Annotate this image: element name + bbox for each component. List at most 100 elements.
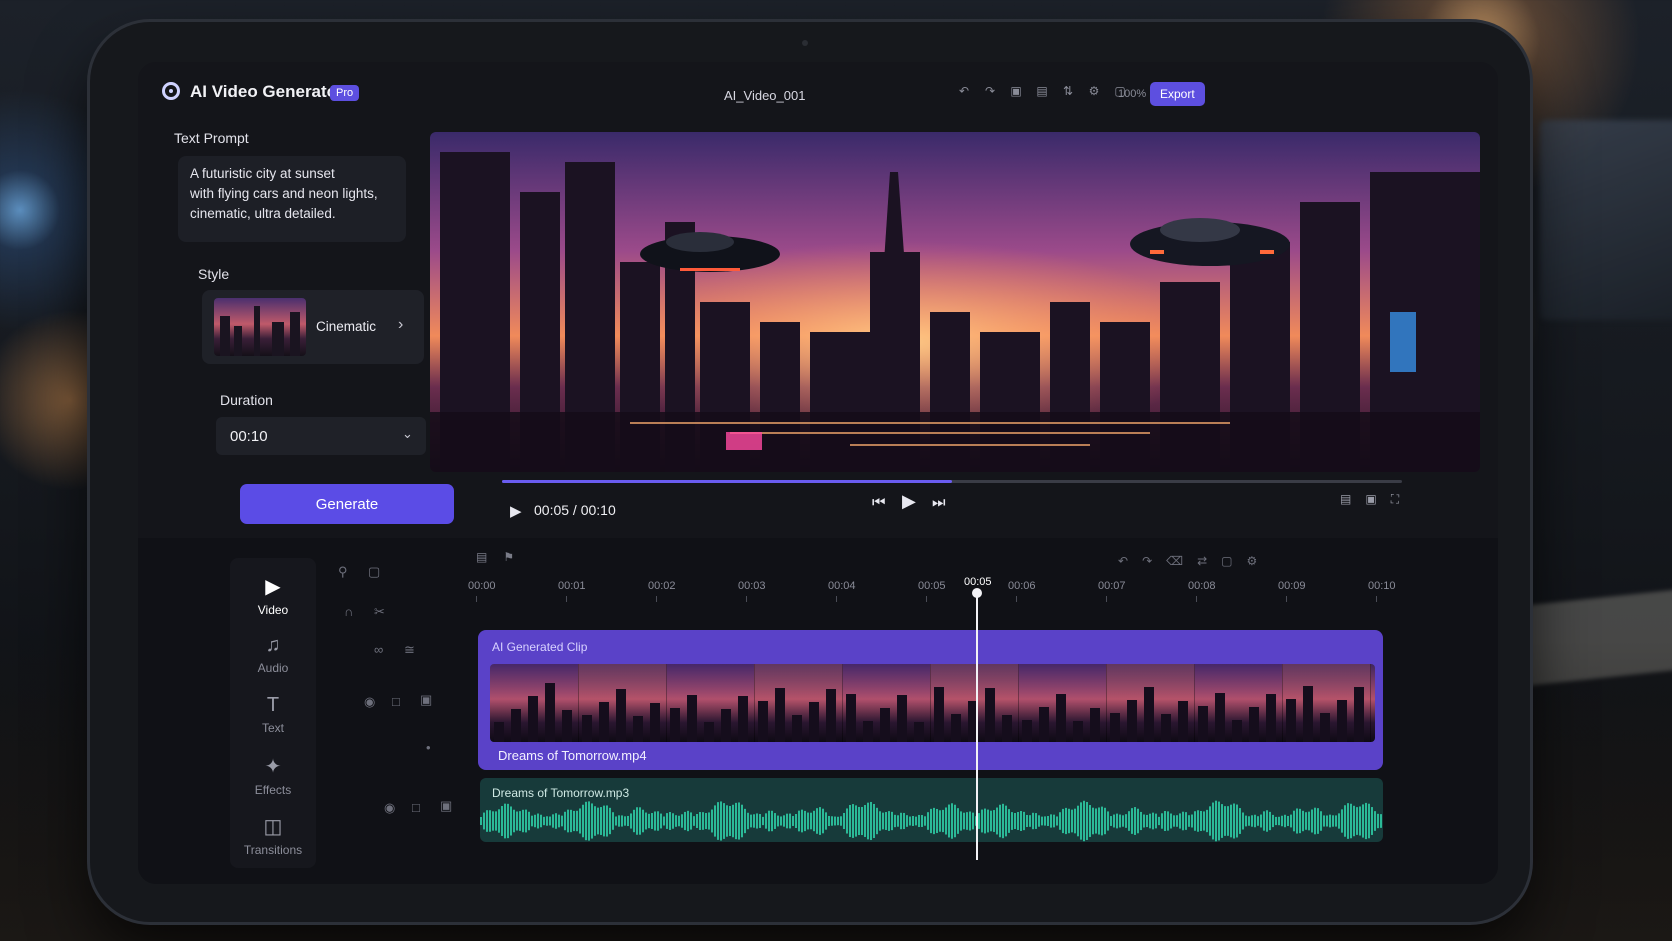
waveform-bar <box>498 809 500 833</box>
project-file-name[interactable]: AI_Video_001 <box>724 88 805 103</box>
waveform-bar <box>945 807 947 835</box>
generate-button[interactable]: Generate <box>240 484 454 524</box>
waveform-bar <box>942 809 944 833</box>
waveform-bar <box>1314 807 1316 835</box>
audio-clip[interactable]: Dreams of Tomorrow.mp3 <box>480 778 1383 842</box>
waveform-bar <box>1119 814 1121 828</box>
waveform-bar <box>630 813 632 829</box>
audio-lock-icon[interactable]: ▣ <box>440 798 452 814</box>
waveform-bar <box>873 803 875 839</box>
clip-thumbnails <box>490 664 1375 742</box>
tool-video[interactable]: ▶ Video <box>230 574 316 617</box>
lock-icon[interactable]: ▣ <box>420 692 432 708</box>
waveform-bar <box>1308 811 1310 831</box>
tool-transitions[interactable]: ◫ Transitions <box>230 814 316 857</box>
waveform-bar <box>1104 807 1106 835</box>
audio-visibility-icon[interactable]: ◉ <box>384 800 395 816</box>
playback-progress[interactable] <box>502 480 1402 483</box>
waveform-bar <box>789 813 791 829</box>
track-menu-icon[interactable]: • <box>426 740 431 755</box>
undo-icon[interactable]: ↶ <box>956 84 972 98</box>
waveform-bar <box>1344 805 1346 837</box>
waveform-bar <box>1068 808 1070 834</box>
tool-text[interactable]: T Text <box>230 694 316 735</box>
waveform-bar <box>501 806 503 836</box>
text-prompt-input[interactable]: A futuristic city at sunset with flying … <box>178 156 406 242</box>
waveform-bar <box>555 813 557 829</box>
layers-icon[interactable]: ▤ <box>1034 84 1050 98</box>
thumbnail-building <box>914 722 924 742</box>
waveform-bar <box>840 816 842 826</box>
waveform-bar <box>1089 805 1091 837</box>
waveform-bar <box>1032 812 1034 830</box>
duration-select[interactable]: 00:10 ⌄ <box>216 417 426 455</box>
thumbnail-building <box>1127 700 1137 742</box>
waveform-bar <box>747 812 749 830</box>
waveform-bar <box>1239 808 1241 834</box>
thumbnail-building <box>494 722 504 742</box>
style-selector[interactable]: Cinematic › <box>202 290 424 364</box>
play-icon[interactable]: ▶ <box>510 502 522 520</box>
waveform-bar <box>1209 806 1211 836</box>
thumbnail-building <box>985 688 995 742</box>
waveform-bar <box>1098 807 1100 835</box>
waveform-bar <box>705 813 707 829</box>
marker-icon[interactable]: ⚑ <box>503 550 514 564</box>
waveform-bar <box>588 801 590 841</box>
zoom-icon[interactable]: ⚲ <box>338 564 348 580</box>
snapshot-icon[interactable]: ▣ <box>1365 492 1376 507</box>
split-icon[interactable]: ⇅ <box>1060 84 1076 98</box>
waveform-bar <box>534 814 536 828</box>
waveform-bar <box>579 808 581 834</box>
subtitles-icon[interactable]: ▤ <box>1340 492 1351 507</box>
waveform-bar <box>1143 814 1145 828</box>
audio-mute-icon[interactable]: □ <box>412 800 420 815</box>
zoom-level[interactable]: 100% <box>1118 88 1146 100</box>
waveform-bar <box>597 807 599 835</box>
tool-audio[interactable]: ♫ Audio <box>230 634 316 675</box>
waveform-bar <box>546 816 548 826</box>
waveform-bar <box>1302 810 1304 832</box>
settings-icon[interactable]: ⚙ <box>1086 84 1102 98</box>
crop-icon[interactable]: ▣ <box>1008 84 1024 98</box>
visibility-icon[interactable]: ◉ <box>364 694 375 710</box>
waveform-bar <box>948 804 950 838</box>
cut-icon[interactable]: ✂ <box>374 604 385 620</box>
waveform-bar <box>1356 807 1358 835</box>
waveform-bar <box>969 811 971 831</box>
video-preview[interactable] <box>430 132 1480 472</box>
toolbar-icons: ↶ ↷ ▣ ▤ ⇅ ⚙ ▢ <box>956 84 1128 98</box>
fullscreen-icon[interactable]: ⛶ <box>1391 492 1399 507</box>
unlink-icon[interactable]: ≅ <box>404 642 415 658</box>
waveform-bar <box>1269 811 1271 831</box>
waveform-bar <box>684 811 686 831</box>
split-clip-icon[interactable]: ▤ <box>476 550 487 564</box>
playhead[interactable] <box>972 588 982 860</box>
duration-value: 00:10 <box>230 428 268 445</box>
skip-forward-icon[interactable]: ⏭ <box>932 494 946 511</box>
redo-icon[interactable]: ↷ <box>982 84 998 98</box>
waveform-bar <box>756 813 758 829</box>
copy-icon[interactable]: ▢ <box>368 564 380 580</box>
waveform-bar <box>1086 802 1088 840</box>
tool-effects[interactable]: ✦ Effects <box>230 754 316 797</box>
mute-icon[interactable]: □ <box>392 694 400 709</box>
waveform-bar <box>558 814 560 828</box>
app-title: AI Video Generator <box>190 82 344 101</box>
video-clip[interactable]: AI Generated Clip Dreams of Tomorrow.mp4 <box>478 630 1383 770</box>
waveform-bar <box>672 813 674 829</box>
magnet-icon[interactable]: ∩ <box>344 604 353 619</box>
waveform-bar <box>1317 808 1319 834</box>
play-button[interactable]: ▶ <box>902 491 916 512</box>
link-icon[interactable]: ∞ <box>374 642 383 657</box>
thumbnail-building <box>775 688 785 742</box>
export-button[interactable]: Export <box>1150 82 1205 106</box>
waveform-bar <box>984 808 986 834</box>
skip-back-icon[interactable]: ⏮ <box>872 494 886 511</box>
track-controls: ⚲ ▢ ∩ ✂ ∞ ≅ ◉ □ ▣ • ◉ □ ▣ <box>334 554 464 874</box>
thumbnail-building <box>1320 713 1330 742</box>
waveform-bar <box>879 811 881 831</box>
thumbnail-building <box>670 708 680 742</box>
tick-label: 00:04 <box>828 580 856 602</box>
waveform-bar <box>528 811 530 831</box>
